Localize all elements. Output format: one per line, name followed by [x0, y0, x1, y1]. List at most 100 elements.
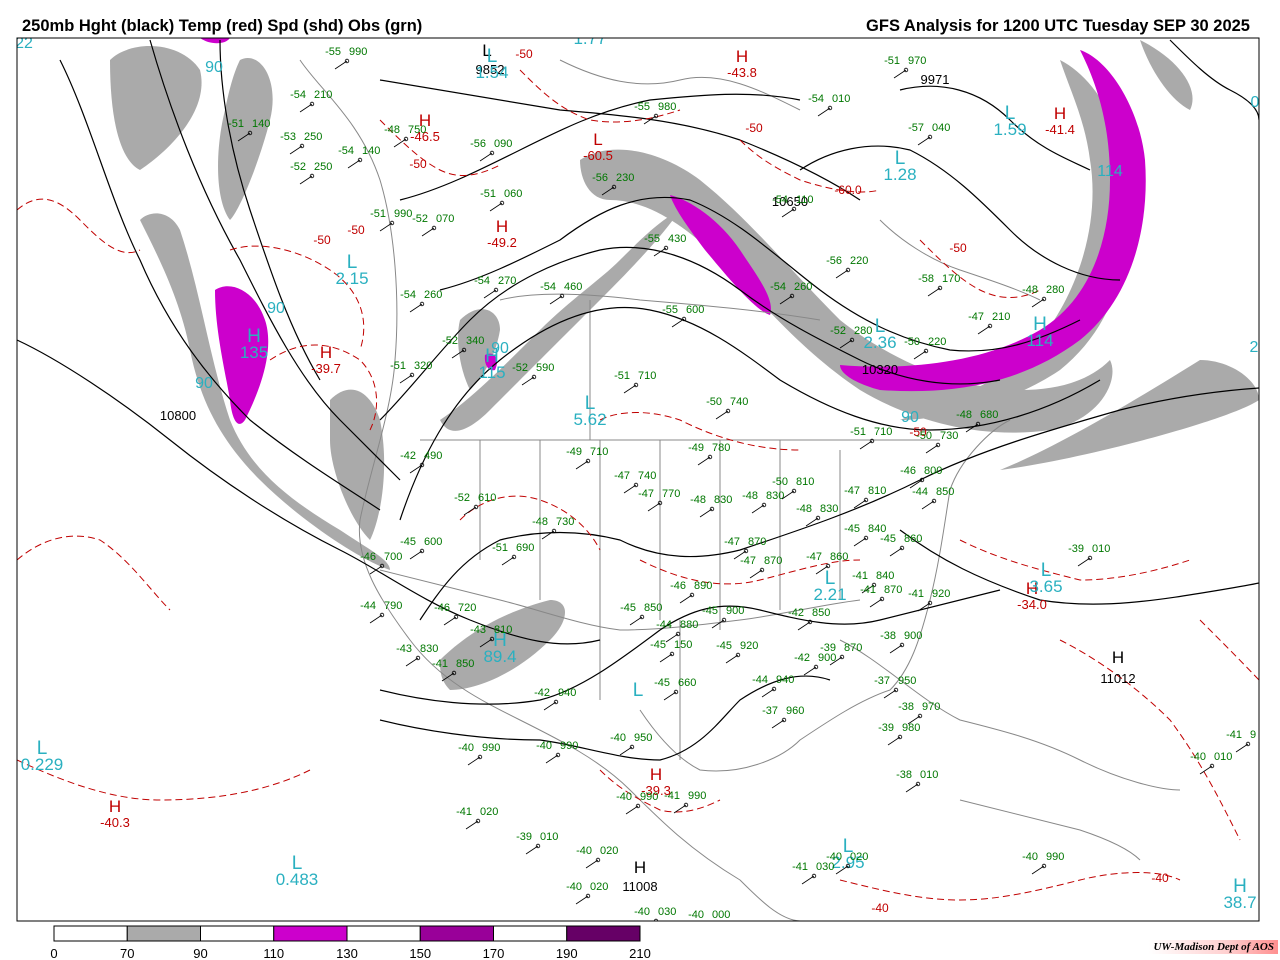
station-obs: -40 950	[610, 732, 652, 756]
wind-barb	[409, 303, 423, 313]
obs-height: 940	[776, 674, 794, 686]
legend-tick-label: 90	[193, 946, 207, 960]
speed-center-value: 135	[240, 343, 268, 362]
wind-barb	[443, 616, 457, 626]
obs-temp: -48	[742, 490, 758, 502]
obs-temp: -45	[400, 536, 416, 548]
station-obs: -58 170	[918, 273, 960, 297]
obs-temp: -51	[370, 208, 386, 220]
obs-temp: -44	[752, 674, 768, 686]
obs-temp: -37	[874, 675, 890, 687]
legend-tick-label: 110	[263, 946, 284, 960]
station-obs: -47 870	[740, 555, 782, 579]
legend-tick-label: 190	[556, 946, 578, 960]
wind-barb	[521, 376, 535, 386]
temp-label: -60.0	[834, 183, 862, 197]
obs-temp: -38	[896, 769, 912, 781]
wind-barb	[545, 754, 559, 764]
obs-temp: -54	[808, 93, 824, 105]
speed-center-value: 1.28	[883, 165, 916, 184]
legend-tick-label: 170	[483, 946, 505, 960]
obs-height: 210	[992, 311, 1010, 323]
station-obs: -37 960	[762, 705, 804, 729]
obs-temp: -56	[592, 172, 608, 184]
obs-temp: -40	[566, 881, 582, 893]
obs-height: 090	[494, 138, 512, 150]
obs-temp: -46	[434, 602, 450, 614]
speed-center-letter: L	[633, 680, 644, 701]
wind-barb	[761, 688, 775, 698]
station-obs: -44 790	[360, 600, 402, 624]
center-value: -41.4	[1045, 122, 1075, 137]
obs-height: 020	[590, 881, 608, 893]
obs-temp: -51	[480, 188, 496, 200]
wind-barb	[629, 616, 643, 626]
obs-height: 810	[868, 485, 886, 497]
obs-height: 900	[818, 652, 836, 664]
station-obs: -51 060	[480, 188, 522, 212]
wind-barb	[463, 506, 477, 516]
station-obs: -39 010	[516, 831, 558, 855]
wind-barb	[399, 374, 413, 384]
obs-temp: -42	[788, 607, 804, 619]
speed-center-value: 115	[478, 363, 505, 382]
temp-label: -50	[745, 121, 763, 135]
wind-barb	[887, 736, 901, 746]
legend-swatch	[200, 925, 275, 942]
obs-temp: -40	[616, 791, 632, 803]
obs-height: 610	[478, 492, 496, 504]
wind-barb	[1235, 743, 1249, 753]
obs-height: 260	[794, 281, 812, 293]
obs-temp: -54	[772, 194, 788, 206]
obs-height: 280	[1046, 284, 1064, 296]
obs-temp: -40	[1190, 751, 1206, 763]
obs-temp: -51	[884, 55, 900, 67]
obs-temp: -38	[898, 701, 914, 713]
station-obs: -54 260	[400, 289, 442, 313]
wind-barb	[334, 60, 348, 70]
obs-height: 970	[908, 55, 926, 67]
wind-barb	[698, 924, 710, 932]
obs-height: 600	[686, 304, 704, 316]
obs-height: 800	[924, 465, 942, 477]
obs-height: 990	[688, 790, 706, 802]
center-letter: H	[109, 797, 121, 816]
wind-barb	[797, 621, 811, 631]
obs-temp: -45	[650, 639, 666, 651]
legend-swatch	[566, 925, 641, 942]
obs-temp: -54	[474, 275, 490, 287]
wind-barb	[925, 444, 939, 454]
wind-barb	[771, 719, 785, 729]
wind-barb	[1031, 865, 1045, 875]
height-label: 10800	[160, 408, 196, 423]
station-obs: -48 280	[1022, 284, 1064, 308]
obs-height: 000	[712, 909, 730, 921]
wind-barb	[679, 594, 693, 604]
obs-height: 850	[936, 486, 954, 498]
speed-label: 114	[1097, 163, 1123, 180]
obs-temp: -49	[688, 442, 704, 454]
legend-tick-label: 130	[336, 946, 358, 960]
obs-temp: -40	[576, 845, 592, 857]
obs-height: 9	[1250, 729, 1256, 741]
height-label: 11012	[1100, 671, 1135, 686]
wind-barb	[369, 614, 383, 624]
obs-height: 030	[658, 906, 676, 918]
wind-barb	[575, 460, 589, 470]
wind-barb	[479, 152, 493, 162]
temp-label: -50	[515, 47, 533, 61]
legend-tick-label: 0	[50, 946, 57, 960]
speed-legend: 0 70 90 110 130 150 170 190 210	[50, 925, 651, 960]
wind-barb	[711, 619, 725, 629]
station-obs: -48 830	[796, 503, 838, 527]
obs-temp: -57	[908, 122, 924, 134]
obs-height: 870	[844, 642, 862, 654]
wind-barb	[921, 500, 935, 510]
obs-height: 070	[436, 213, 454, 225]
station-obs: -49 710	[566, 446, 608, 470]
obs-height: 170	[942, 273, 960, 285]
center-letter: H	[634, 858, 646, 877]
obs-temp: -40	[634, 906, 650, 918]
obs-temp: -55	[644, 233, 660, 245]
station-obs: -44 940	[752, 674, 794, 698]
